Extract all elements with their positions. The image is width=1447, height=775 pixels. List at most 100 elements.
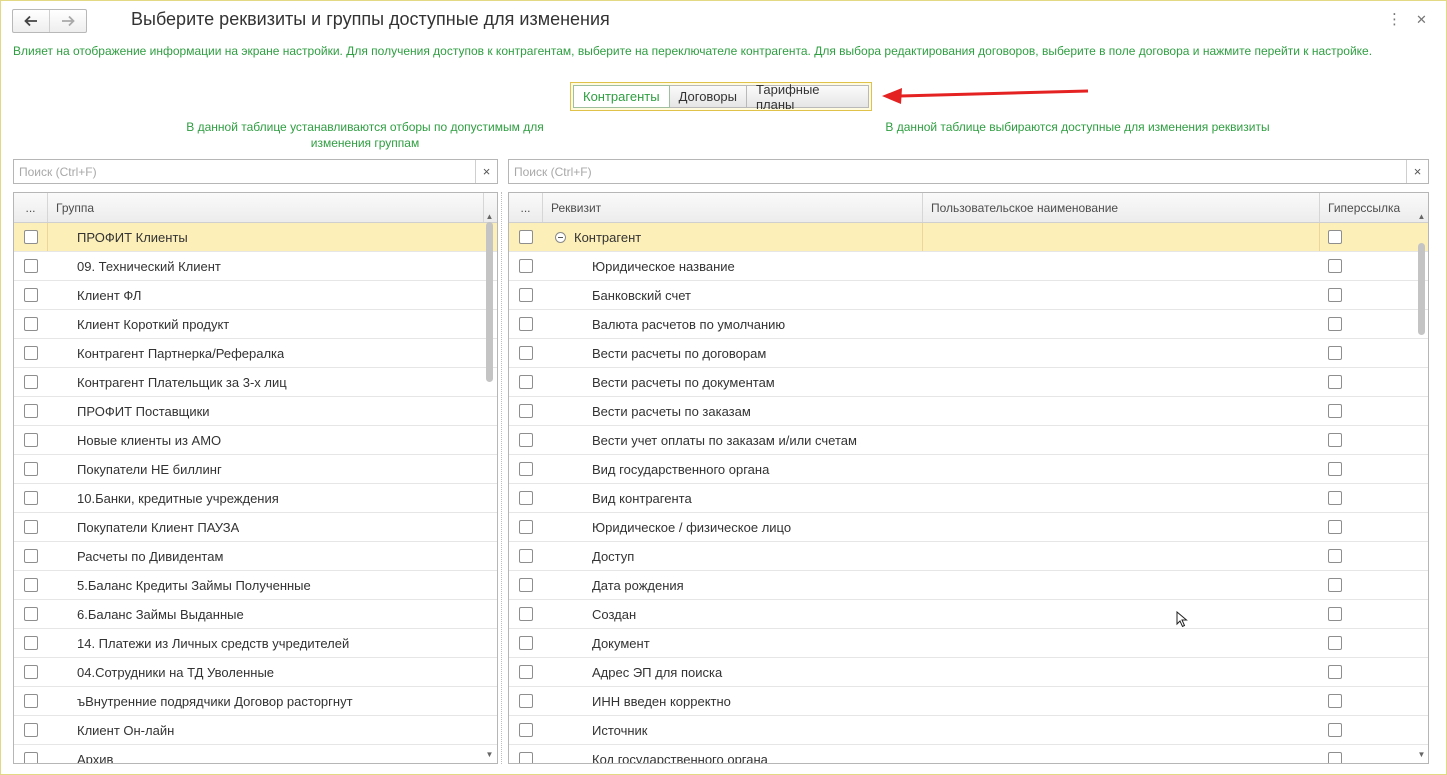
collapse-icon[interactable] <box>555 231 566 243</box>
table-row[interactable]: 5.Баланс Кредиты Займы Полученные <box>14 571 497 600</box>
row-checkbox[interactable] <box>519 607 533 621</box>
row-checkbox[interactable] <box>519 230 533 244</box>
table-row[interactable]: Вести учет оплаты по заказам и/или счета… <box>509 426 1428 455</box>
hyperlink-checkbox[interactable] <box>1328 404 1342 418</box>
table-row[interactable]: Юридическое / физическое лицо <box>509 513 1428 542</box>
table-row[interactable]: Код государственного органа <box>509 745 1428 763</box>
hyperlink-checkbox[interactable] <box>1328 607 1342 621</box>
custom-name-cell[interactable] <box>923 658 1320 686</box>
row-checkbox[interactable] <box>519 694 533 708</box>
left-search-clear-icon[interactable]: × <box>475 160 497 183</box>
custom-name-cell[interactable] <box>923 397 1320 425</box>
table-row[interactable]: Адрес ЭП для поиска <box>509 658 1428 687</box>
col-header-hyperlink[interactable]: Гиперссылка <box>1320 193 1416 222</box>
table-row[interactable]: Юридическое название <box>509 252 1428 281</box>
custom-name-cell[interactable] <box>923 339 1320 367</box>
row-checkbox[interactable] <box>24 288 38 302</box>
table-row[interactable]: Покупатели НЕ биллинг <box>14 455 497 484</box>
custom-name-cell[interactable] <box>923 600 1320 628</box>
row-checkbox[interactable] <box>519 520 533 534</box>
close-icon[interactable]: ✕ <box>1416 12 1427 28</box>
table-row[interactable]: 14. Платежи из Личных средств учредителе… <box>14 629 497 658</box>
scroll-down-icon[interactable]: ▼ <box>1417 751 1426 759</box>
row-checkbox[interactable] <box>24 462 38 476</box>
row-checkbox[interactable] <box>24 636 38 650</box>
row-checkbox[interactable] <box>24 578 38 592</box>
row-checkbox[interactable] <box>519 752 533 763</box>
table-row[interactable]: Валюта расчетов по умолчанию <box>509 310 1428 339</box>
hyperlink-checkbox[interactable] <box>1328 491 1342 505</box>
custom-name-cell[interactable] <box>923 426 1320 454</box>
col-header-attribute[interactable]: Реквизит <box>543 193 923 222</box>
row-checkbox[interactable] <box>519 288 533 302</box>
forward-button[interactable] <box>49 10 86 32</box>
row-checkbox[interactable] <box>24 723 38 737</box>
row-checkbox[interactable] <box>519 462 533 476</box>
scroll-thumb[interactable] <box>1418 243 1425 335</box>
right-search-clear-icon[interactable]: × <box>1406 160 1428 183</box>
table-row[interactable]: Расчеты по Дивидентам <box>14 542 497 571</box>
hyperlink-checkbox[interactable] <box>1328 578 1342 592</box>
custom-name-cell[interactable] <box>923 745 1320 763</box>
col-header-custom-name[interactable]: Пользовательское наименование <box>923 193 1320 222</box>
row-checkbox[interactable] <box>24 317 38 331</box>
hyperlink-checkbox[interactable] <box>1328 665 1342 679</box>
row-checkbox[interactable] <box>24 491 38 505</box>
custom-name-cell[interactable] <box>923 716 1320 744</box>
left-search-input[interactable] <box>14 160 475 183</box>
table-row[interactable]: Контрагент Партнерка/Рефералка <box>14 339 497 368</box>
row-checkbox[interactable] <box>519 665 533 679</box>
row-checkbox[interactable] <box>24 665 38 679</box>
table-row[interactable]: Дата рождения <box>509 571 1428 600</box>
row-checkbox[interactable] <box>24 607 38 621</box>
row-checkbox[interactable] <box>23 230 38 244</box>
scroll-thumb[interactable] <box>486 222 493 382</box>
custom-name-cell[interactable] <box>923 513 1320 541</box>
row-checkbox[interactable] <box>519 404 533 418</box>
custom-name-cell[interactable] <box>923 542 1320 570</box>
table-row[interactable]: Покупатели Клиент ПАУЗА <box>14 513 497 542</box>
custom-name-cell[interactable] <box>923 310 1320 338</box>
table-row[interactable]: Вид контрагента <box>509 484 1428 513</box>
hyperlink-checkbox[interactable] <box>1328 346 1342 360</box>
custom-name-cell[interactable] <box>923 629 1320 657</box>
row-checkbox[interactable] <box>519 578 533 592</box>
scroll-down-icon[interactable]: ▼ <box>485 751 494 759</box>
table-row[interactable]: Банковский счет <box>509 281 1428 310</box>
table-row[interactable]: Доступ <box>509 542 1428 571</box>
row-checkbox[interactable] <box>519 723 533 737</box>
row-checkbox[interactable] <box>24 259 38 273</box>
table-row[interactable]: 09. Технический Клиент <box>14 252 497 281</box>
col-header-dots[interactable]: ... <box>509 193 543 222</box>
table-row[interactable]: Контрагент Плательщик за 3-х лиц <box>14 368 497 397</box>
back-button[interactable] <box>13 10 49 32</box>
table-row[interactable]: ИНН введен корректно <box>509 687 1428 716</box>
custom-name-cell[interactable] <box>923 687 1320 715</box>
row-checkbox[interactable] <box>519 636 533 650</box>
table-row[interactable]: Вести расчеты по договорам <box>509 339 1428 368</box>
hyperlink-checkbox[interactable] <box>1328 723 1342 737</box>
hyperlink-checkbox[interactable] <box>1328 259 1342 273</box>
hyperlink-checkbox[interactable] <box>1328 636 1342 650</box>
table-row[interactable]: ПРОФИТ Клиенты <box>14 223 497 252</box>
hyperlink-checkbox[interactable] <box>1328 694 1342 708</box>
row-checkbox[interactable] <box>519 346 533 360</box>
hyperlink-checkbox[interactable] <box>1328 375 1342 389</box>
right-table-scrollbar[interactable]: ▲ ▼ <box>1417 213 1426 759</box>
custom-name-cell[interactable] <box>923 484 1320 512</box>
hyperlink-checkbox[interactable] <box>1328 230 1342 244</box>
row-checkbox[interactable] <box>24 433 38 447</box>
row-checkbox[interactable] <box>519 317 533 331</box>
row-checkbox[interactable] <box>519 259 533 273</box>
row-checkbox[interactable] <box>519 549 533 563</box>
row-checkbox[interactable] <box>24 375 38 389</box>
left-table-scrollbar[interactable]: ▲ ▼ <box>485 213 494 759</box>
table-row[interactable]: Вести расчеты по документам <box>509 368 1428 397</box>
col-header-dots[interactable]: ... <box>14 193 48 222</box>
hyperlink-checkbox[interactable] <box>1328 549 1342 563</box>
scroll-up-icon[interactable]: ▲ <box>485 213 494 221</box>
right-search-input[interactable] <box>509 160 1406 183</box>
tab-contracts[interactable]: Договоры <box>669 85 747 108</box>
table-row[interactable]: ъВнутренние подрядчики Договор расторгну… <box>14 687 497 716</box>
table-row[interactable]: Новые клиенты из АМО <box>14 426 497 455</box>
